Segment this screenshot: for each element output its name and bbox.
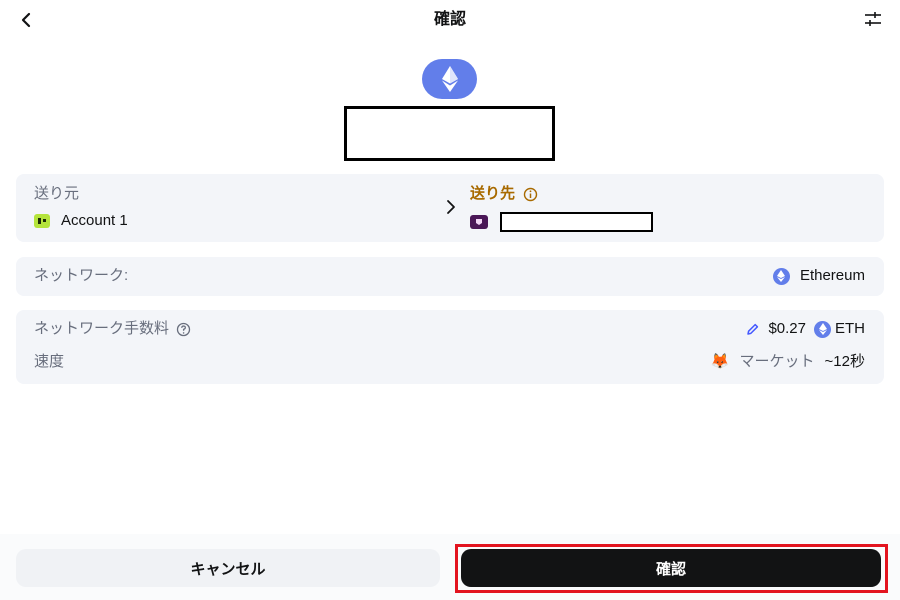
ethereum-logo-icon xyxy=(422,59,477,99)
fee-currency: ETH xyxy=(835,320,865,337)
confirm-button[interactable]: 確認 xyxy=(461,549,881,587)
chevron-left-icon xyxy=(21,12,31,28)
network-name: Ethereum xyxy=(799,267,865,284)
from-account-name: Account 1 xyxy=(61,212,128,229)
ethereum-icon xyxy=(772,267,790,285)
sliders-icon xyxy=(865,12,881,26)
to-address-row[interactable] xyxy=(470,212,653,232)
info-icon[interactable] xyxy=(523,187,538,202)
fee-card: ネットワーク手数料 $0.27 ETH 速度 🦊 マーケット ~12秒 xyxy=(16,310,884,384)
fee-value: $0.27 ETH xyxy=(745,320,865,338)
edit-pencil-icon[interactable] xyxy=(745,322,760,337)
settings-button[interactable] xyxy=(862,8,884,30)
redacted-address xyxy=(500,212,653,232)
header: 確認 xyxy=(0,0,900,40)
network-value: Ethereum xyxy=(772,267,865,285)
fee-amount: $0.27 xyxy=(768,320,806,337)
ethereum-icon xyxy=(814,320,831,338)
page-title: 確認 xyxy=(433,11,466,28)
from-label: 送り元 xyxy=(34,185,80,202)
to-label: 送り先 xyxy=(470,185,538,203)
network-label: ネットワーク: xyxy=(34,267,129,284)
recipient-avatar-icon xyxy=(470,215,488,229)
speed-value: 🦊 マーケット ~12秒 xyxy=(711,353,865,371)
help-icon[interactable] xyxy=(176,322,191,337)
from-to-card: 送り元 Account 1 送り先 xyxy=(16,174,884,242)
cancel-button[interactable]: キャンセル xyxy=(16,549,440,587)
network-card: ネットワーク: Ethereum xyxy=(16,257,884,296)
fee-label: ネットワーク手数料 xyxy=(34,320,191,338)
chevron-right-icon xyxy=(447,200,455,214)
back-button[interactable] xyxy=(14,8,38,32)
redacted-amount xyxy=(344,106,555,161)
from-account[interactable]: Account 1 xyxy=(34,212,128,230)
speed-label: 速度 xyxy=(34,353,65,370)
speed-mode: マーケット xyxy=(739,353,815,370)
to-label-text: 送り先 xyxy=(470,185,516,202)
fee-label-text: ネットワーク手数料 xyxy=(34,320,170,337)
account-avatar-icon xyxy=(34,214,50,228)
speed-time: ~12秒 xyxy=(824,353,865,370)
fox-icon: 🦊 xyxy=(710,353,730,370)
